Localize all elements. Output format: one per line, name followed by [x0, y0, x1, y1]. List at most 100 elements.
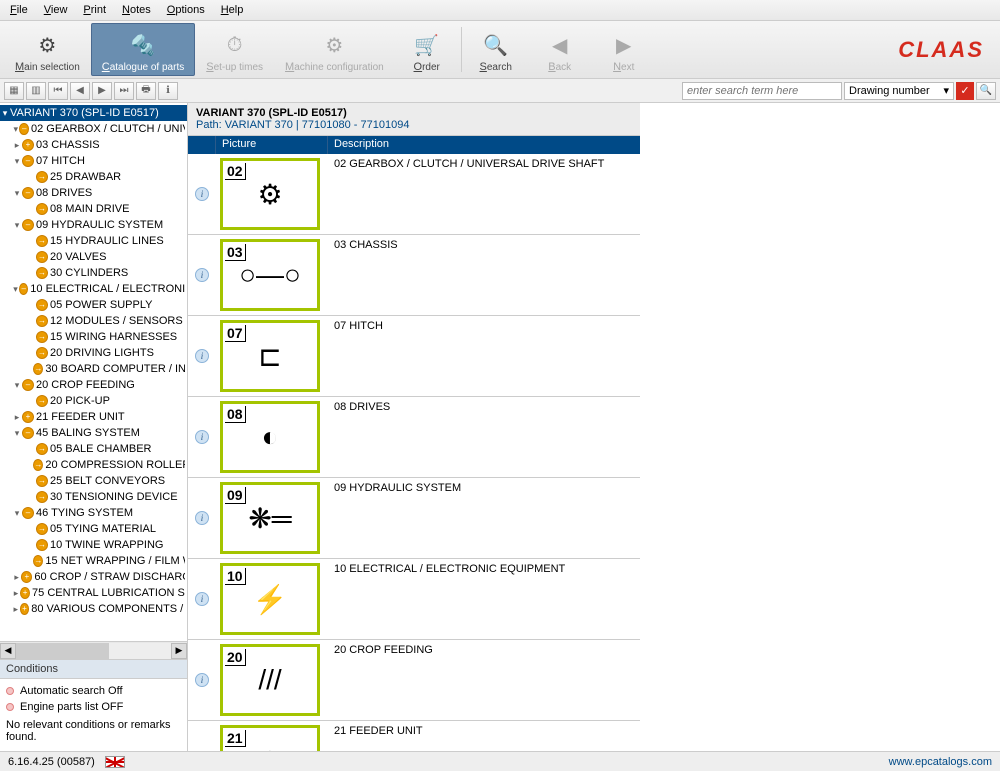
tree-node[interactable]: →05 TYING MATERIAL	[0, 521, 187, 537]
tree-node[interactable]: ▸+80 VARIOUS COMPONENTS / MACHINI	[0, 601, 187, 617]
table-row[interactable]: i02⚙02 GEARBOX / CLUTCH / UNIVERSAL DRIV…	[188, 154, 640, 235]
part-thumbnail[interactable]: 10⚡	[220, 563, 320, 635]
tree-hscrollbar[interactable]: ◀ ▶	[0, 641, 187, 659]
tree-node[interactable]: →20 COMPRESSION ROLLERS / GUID	[0, 457, 187, 473]
tree-node[interactable]: →25 DRAWBAR	[0, 169, 187, 185]
nav-prev-icon[interactable]: ◀	[70, 82, 90, 100]
tree-node[interactable]: ▸+21 FEEDER UNIT	[0, 409, 187, 425]
tree-node[interactable]: ▾–10 ELECTRICAL / ELECTRONIC EQUIPME	[0, 281, 187, 297]
toolbar-icon: ◀	[546, 31, 574, 59]
part-thumbnail[interactable]: 21✷	[220, 725, 320, 751]
nav-next-icon[interactable]: ▶	[92, 82, 112, 100]
tree-node[interactable]: →20 PICK-UP	[0, 393, 187, 409]
menu-options[interactable]: Options	[167, 4, 205, 16]
view-grid-icon[interactable]: ▥	[26, 82, 46, 100]
tree-node[interactable]: →05 BALE CHAMBER	[0, 441, 187, 457]
toolbar-icon: 🔍	[482, 31, 510, 59]
table-row[interactable]: i07⊏07 HITCH	[188, 316, 640, 397]
tree-node[interactable]: ▸+03 CHASSIS	[0, 137, 187, 153]
part-thumbnail[interactable]: 08◐	[220, 401, 320, 473]
menu-help[interactable]: Help	[221, 4, 244, 16]
table-row[interactable]: i10⚡10 ELECTRICAL / ELECTRONIC EQUIPMENT	[188, 559, 640, 640]
menu-print[interactable]: Print	[83, 4, 106, 16]
info-icon[interactable]: i	[195, 511, 209, 525]
tree-node[interactable]: →15 WIRING HARNESSES	[0, 329, 187, 345]
search-input[interactable]	[682, 82, 842, 100]
bullet-icon: →	[36, 251, 48, 263]
col-description[interactable]: Description	[328, 136, 640, 154]
tree-node[interactable]: ▾–45 BALING SYSTEM	[0, 425, 187, 441]
scroll-right-icon[interactable]: ▶	[171, 643, 187, 659]
tree-node[interactable]: ▾–20 CROP FEEDING	[0, 377, 187, 393]
print-icon[interactable]: 🖶	[136, 82, 156, 100]
part-thumbnail[interactable]: 02⚙	[220, 158, 320, 230]
part-thumbnail[interactable]: 03○—○	[220, 239, 320, 311]
tree-node[interactable]: ▸+75 CENTRAL LUBRICATION SYSTEM	[0, 585, 187, 601]
tree-node[interactable]: →10 TWINE WRAPPING	[0, 537, 187, 553]
part-art-icon: ◐	[223, 404, 317, 470]
search-go-button[interactable]: ✓	[956, 82, 974, 100]
search-settings-icon[interactable]: 🔍	[976, 82, 996, 100]
tree-node[interactable]: →30 BOARD COMPUTER / INDICATOR	[0, 361, 187, 377]
tree-node[interactable]: ▾–02 GEARBOX / CLUTCH / UNIVERSAL D	[0, 121, 187, 137]
info-icon[interactable]: i	[195, 187, 209, 201]
tree-node[interactable]: →20 VALVES	[0, 249, 187, 265]
tree-node[interactable]: →15 NET WRAPPING / FILM WRAPPIN	[0, 553, 187, 569]
tree-node[interactable]: ▾–09 HYDRAULIC SYSTEM	[0, 217, 187, 233]
bullet-icon: –	[22, 507, 34, 519]
toolbar-catalogue-of-parts[interactable]: 🔩Catalogue of parts	[91, 23, 195, 76]
sidebar: ▾VARIANT 370 (SPL-ID E0517)▾–02 GEARBOX …	[0, 103, 188, 751]
conditions-panel: Automatic search OffEngine parts list OF…	[0, 679, 187, 751]
info-icon[interactable]: i	[195, 592, 209, 606]
nav-last-icon[interactable]: ⏭	[114, 82, 134, 100]
tree-root[interactable]: ▾VARIANT 370 (SPL-ID E0517)	[0, 105, 187, 121]
col-picture[interactable]: Picture	[216, 136, 328, 154]
bullet-icon: →	[36, 299, 48, 311]
toolbar-order[interactable]: 🛒Order	[395, 23, 459, 76]
table-row[interactable]: i21✷21 FEEDER UNIT	[188, 721, 640, 751]
tree-node[interactable]: ▾–46 TYING SYSTEM	[0, 505, 187, 521]
scroll-left-icon[interactable]: ◀	[0, 643, 16, 659]
search-type-dropdown[interactable]: Drawing number▾	[844, 82, 954, 100]
tree-node[interactable]: →05 POWER SUPPLY	[0, 297, 187, 313]
part-thumbnail[interactable]: 07⊏	[220, 320, 320, 392]
info-icon[interactable]: i	[195, 349, 209, 363]
condition-item[interactable]: Engine parts list OFF	[6, 699, 181, 715]
row-description: 21 FEEDER UNIT	[328, 721, 640, 751]
view-list-icon[interactable]: ▦	[4, 82, 24, 100]
tree-node[interactable]: →12 MODULES / SENSORS	[0, 313, 187, 329]
info-icon[interactable]: i	[195, 268, 209, 282]
tree-node[interactable]: ▾–07 HITCH	[0, 153, 187, 169]
info-icon[interactable]: i	[195, 430, 209, 444]
bullet-icon: –	[22, 379, 34, 391]
statusbar: 6.16.4.25 (00587) www.epcatalogs.com	[0, 751, 1000, 771]
table-row[interactable]: i08◐08 DRIVES	[188, 397, 640, 478]
tree-node[interactable]: ▸+60 CROP / STRAW DISCHARGE	[0, 569, 187, 585]
menu-file[interactable]: File	[10, 4, 28, 16]
tree-node[interactable]: →25 BELT CONVEYORS	[0, 473, 187, 489]
tree-node[interactable]: →15 HYDRAULIC LINES	[0, 233, 187, 249]
tree-node[interactable]: ▾–08 DRIVES	[0, 185, 187, 201]
tree-node[interactable]: →30 TENSIONING DEVICE	[0, 489, 187, 505]
info-icon[interactable]: i	[195, 673, 209, 687]
tree-node[interactable]: →30 CYLINDERS	[0, 265, 187, 281]
condition-item[interactable]: Automatic search Off	[6, 683, 181, 699]
toolbar-main-selection[interactable]: ⚙Main selection	[4, 23, 91, 76]
table-row[interactable]: i20///20 CROP FEEDING	[188, 640, 640, 721]
tree-node[interactable]: →08 MAIN DRIVE	[0, 201, 187, 217]
bullet-icon: –	[22, 219, 34, 231]
menu-view[interactable]: View	[44, 4, 68, 16]
toolbar-search[interactable]: 🔍Search	[464, 23, 528, 76]
tree-node[interactable]: →20 DRIVING LIGHTS	[0, 345, 187, 361]
part-thumbnail[interactable]: 20///	[220, 644, 320, 716]
nav-first-icon[interactable]: ⏮	[48, 82, 68, 100]
part-thumbnail[interactable]: 09❋═	[220, 482, 320, 554]
table-row[interactable]: i09❋═09 HYDRAULIC SYSTEM	[188, 478, 640, 559]
info-icon[interactable]: ℹ	[158, 82, 178, 100]
menu-notes[interactable]: Notes	[122, 4, 151, 16]
toolbar-back: ◀Back	[528, 23, 592, 76]
grid-header: Picture Description	[188, 136, 640, 154]
table-row[interactable]: i03○—○03 CHASSIS	[188, 235, 640, 316]
flag-uk-icon[interactable]	[105, 756, 125, 768]
bullet-icon: →	[36, 267, 48, 279]
